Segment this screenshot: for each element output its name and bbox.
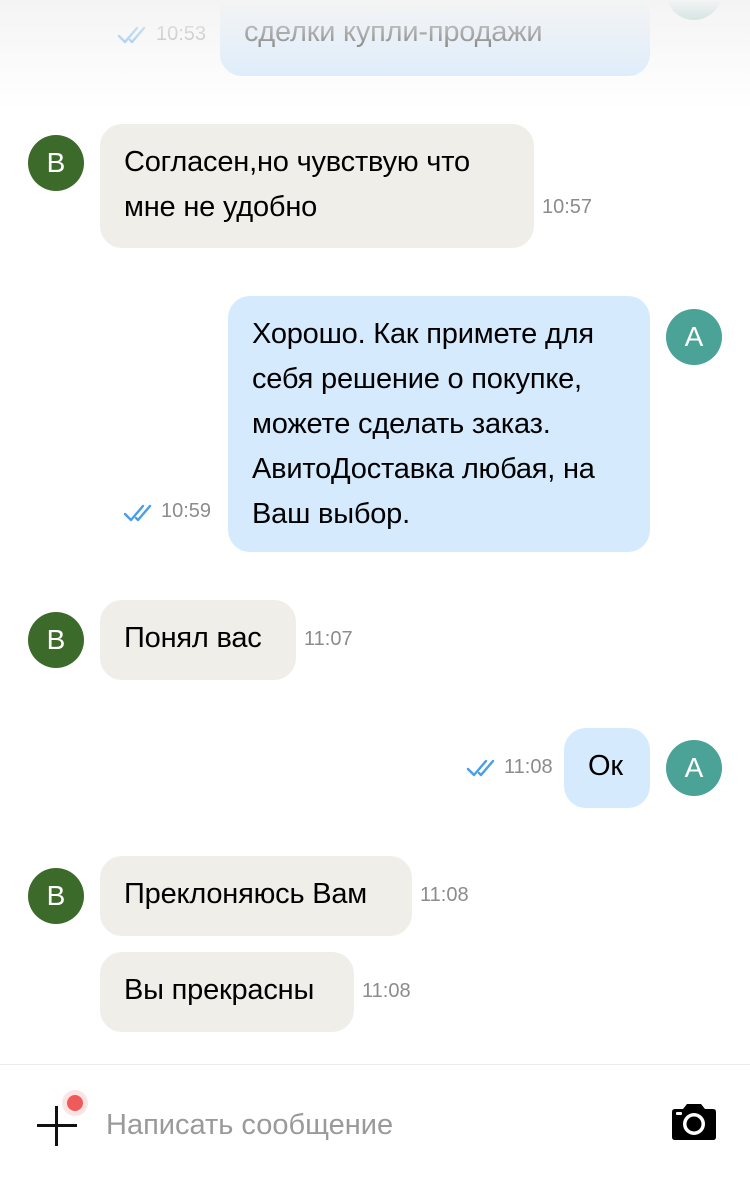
notification-dot <box>67 1095 83 1111</box>
read-check-icon <box>123 504 152 522</box>
outgoing-message[interactable]: Ок <box>564 728 650 808</box>
message-text: сделки купли-продажи <box>244 16 543 48</box>
avatar[interactable]: В <box>28 135 84 191</box>
message-text: Понял вас <box>124 622 262 654</box>
outgoing-message[interactable]: сделки купли-продажи <box>220 0 650 76</box>
incoming-message[interactable]: Вы прекрасны <box>100 952 354 1032</box>
message-text: Согласен,но чувствую что мне не удобно <box>124 146 470 223</box>
message-time: 11:08 <box>504 756 553 778</box>
camera-icon[interactable] <box>668 1102 720 1142</box>
avatar-letter: В <box>46 880 66 911</box>
avatar-letter: А <box>684 321 704 352</box>
avatar[interactable]: В <box>28 868 84 924</box>
read-check-icon <box>117 26 146 44</box>
avatar-letter: А <box>684 752 704 783</box>
message-text: Хорошо. Как примете для себя решение о п… <box>252 318 595 530</box>
avatar[interactable]: А <box>666 740 722 796</box>
message-time: 11:08 <box>420 884 469 906</box>
message-input[interactable] <box>104 1100 628 1150</box>
message-time: 11:08 <box>362 980 411 1002</box>
message-time: 11:07 <box>304 628 353 650</box>
plus-icon[interactable] <box>37 1106 77 1146</box>
message-list[interactable]: сделки купли-продажи 10:53 А В Согласен,… <box>0 0 750 1064</box>
incoming-message[interactable]: Согласен,но чувствую что мне не удобно <box>100 124 534 248</box>
avatar[interactable]: А <box>666 309 722 365</box>
incoming-message[interactable]: Понял вас <box>100 600 296 680</box>
message-time: 10:59 <box>161 500 212 522</box>
avatar[interactable]: В <box>28 612 84 668</box>
avatar-letter: В <box>46 624 66 655</box>
message-text: Ок <box>588 750 623 782</box>
message-text: Преклоняюсь Вам <box>124 878 368 910</box>
incoming-message[interactable]: Преклоняюсь Вам <box>100 856 412 936</box>
message-time: 10:57 <box>542 196 593 218</box>
read-check-icon <box>466 759 495 777</box>
message-text: Вы прекрасны <box>124 974 315 1006</box>
avatar-letter: В <box>46 147 66 178</box>
outgoing-message[interactable]: Хорошо. Как примете для себя решение о п… <box>228 296 650 552</box>
avatar[interactable]: А <box>666 0 722 20</box>
avatar-letter: А <box>685 0 704 8</box>
message-time: 10:53 <box>156 23 207 45</box>
